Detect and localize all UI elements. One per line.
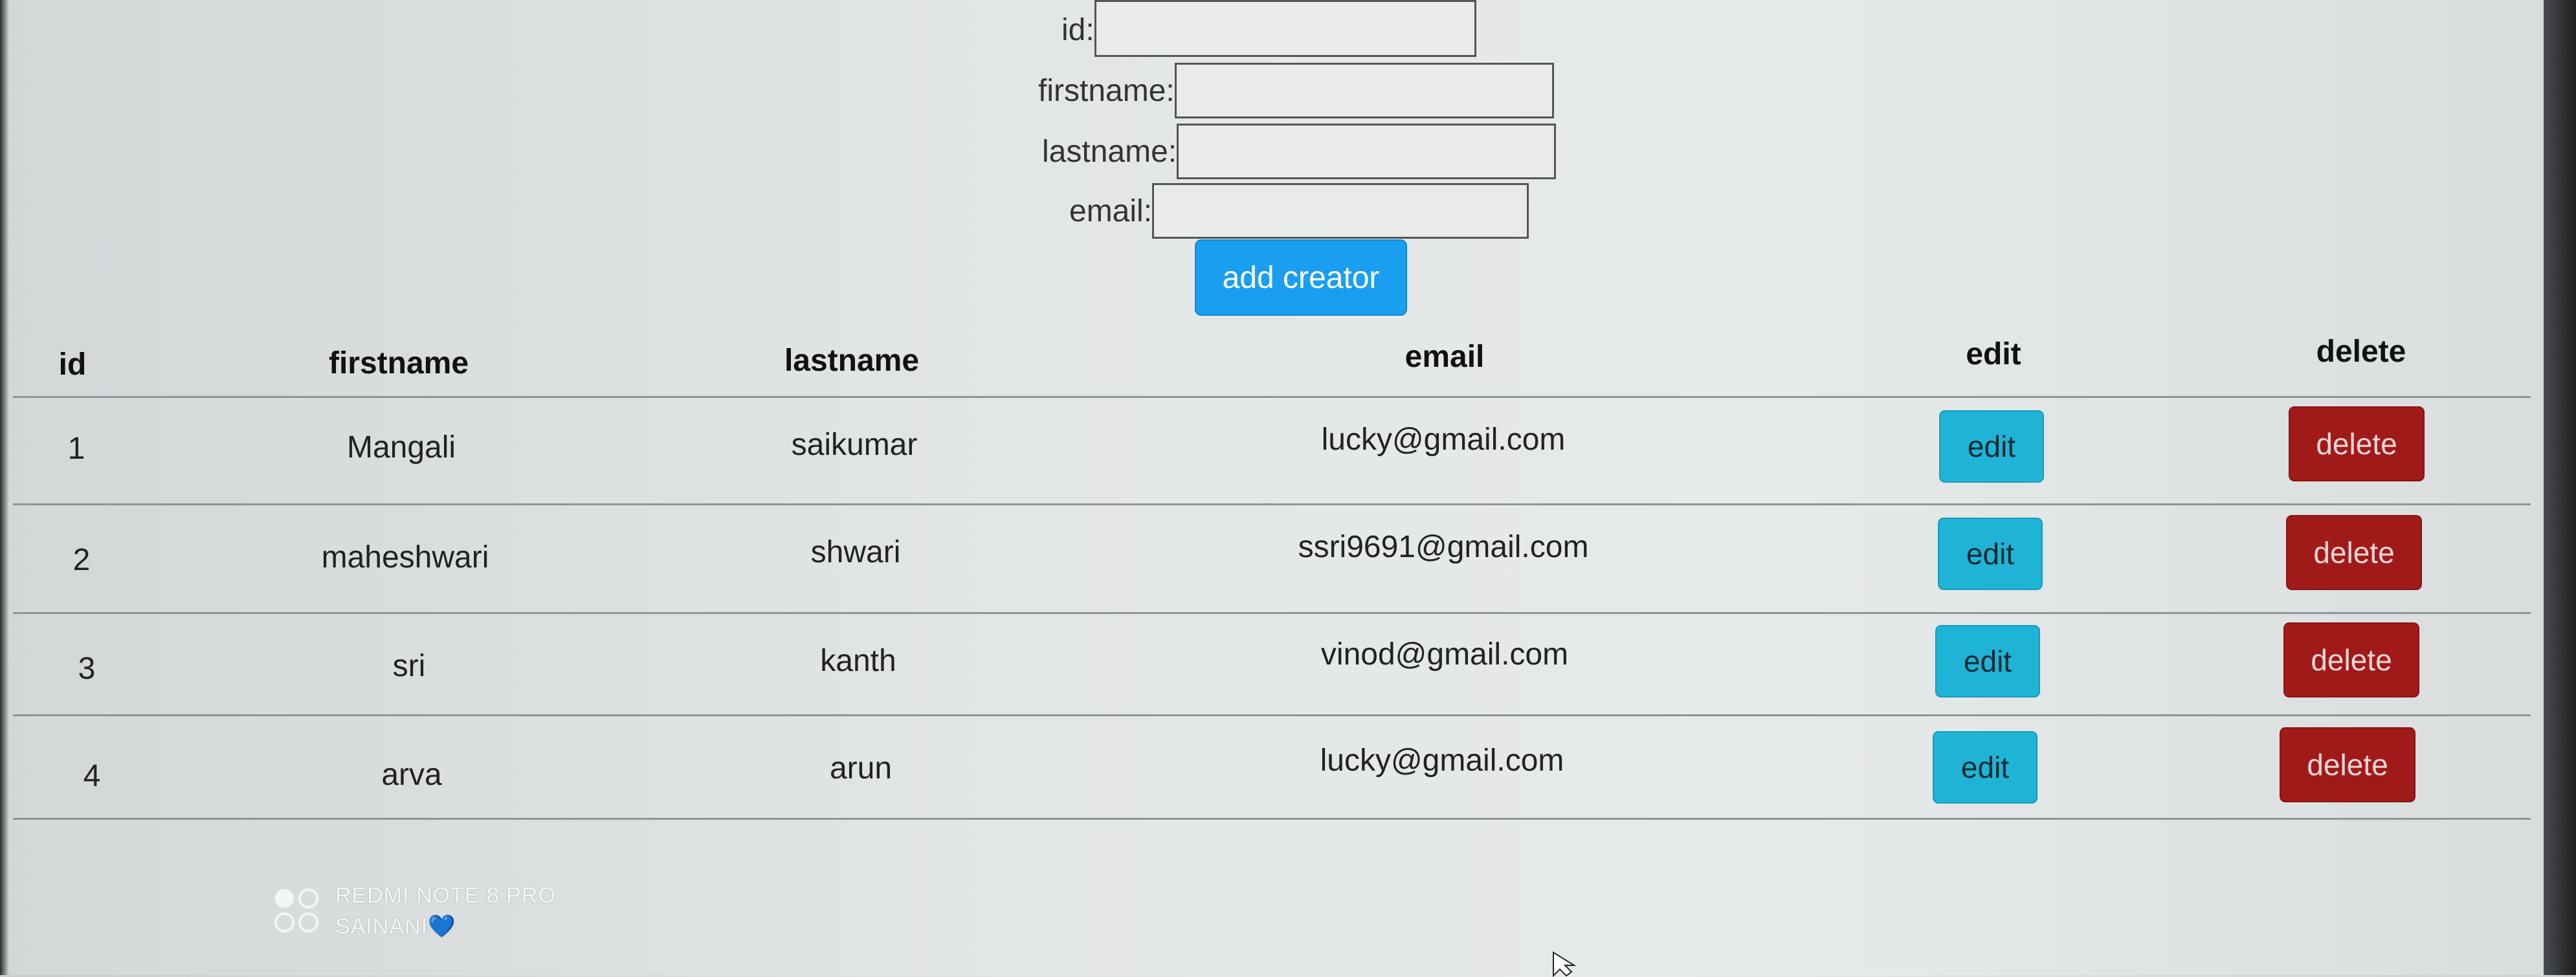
watermark-owner: SAINANI💙 (335, 914, 456, 939)
delete-button[interactable]: delete (2286, 515, 2422, 590)
table-divider (13, 714, 2531, 716)
camera-watermark: REDMI NOTE 8 PRO SAINANI💙 (272, 880, 556, 942)
cell-firstname: sri (392, 649, 426, 683)
edit-button[interactable]: edit (1938, 518, 2043, 590)
cell-email: lucky@gmail.com (1320, 743, 1564, 778)
browser-page: id: firstname: lastname: email: add crea… (0, 0, 2544, 977)
cell-email: ssri9691@gmail.com (1298, 530, 1589, 564)
cell-firstname: Mangali (346, 430, 456, 465)
cell-id: 1 (67, 432, 85, 466)
cell-lastname: kanth (820, 644, 896, 678)
monitor-bezel-right (2544, 0, 2576, 975)
firstname-label: firstname: (1038, 73, 1175, 108)
edit-button[interactable]: edit (1939, 410, 2044, 483)
delete-button[interactable]: delete (2280, 727, 2415, 802)
cell-firstname: arva (381, 758, 442, 792)
header-email: email (1405, 340, 1485, 374)
watermark-device: REDMI NOTE 8 PRO (335, 883, 556, 908)
id-label: id: (1061, 12, 1094, 47)
table-divider (13, 612, 2531, 614)
watermark-text: REDMI NOTE 8 PRO SAINANI💙 (335, 880, 556, 942)
id-input[interactable] (1094, 0, 1476, 57)
email-label: email: (1069, 193, 1153, 228)
table-divider (13, 818, 2531, 820)
lastname-label: lastname: (1042, 134, 1177, 169)
id-row: id: (1061, 0, 1476, 60)
cell-email: vinod@gmail.com (1320, 637, 1569, 672)
firstname-input[interactable] (1174, 63, 1554, 118)
header-delete: delete (2316, 335, 2406, 369)
cell-id: 3 (78, 652, 96, 686)
table-divider (13, 503, 2531, 505)
cell-email: lucky@gmail.com (1321, 423, 1566, 457)
edit-button[interactable]: edit (1933, 731, 2037, 804)
camera-lens-icon (274, 888, 319, 933)
mouse-cursor-icon (1553, 951, 1577, 977)
cell-lastname: saikumar (791, 428, 918, 462)
email-row: email: (1069, 181, 1529, 241)
cell-lastname: arun (829, 751, 893, 785)
header-id: id (58, 347, 87, 382)
delete-button[interactable]: delete (2283, 622, 2419, 697)
cell-id: 2 (72, 543, 91, 577)
delete-button[interactable]: delete (2289, 406, 2425, 481)
add-creator-button[interactable]: add creator (1195, 239, 1407, 316)
header-lastname: lastname (784, 344, 920, 378)
table-divider (13, 396, 2531, 398)
header-firstname: firstname (328, 346, 469, 380)
edit-button[interactable]: edit (1935, 625, 2040, 697)
cell-id: 4 (83, 759, 101, 793)
lastname-input[interactable] (1177, 124, 1557, 179)
cell-lastname: shwari (810, 535, 901, 569)
firstname-row: firstname: (1038, 61, 1554, 120)
header-edit: edit (1966, 337, 2021, 371)
monitor-bezel-left (0, 0, 9, 975)
cell-firstname: maheshwari (321, 540, 489, 575)
lastname-row: lastname: (1042, 122, 1557, 181)
email-input[interactable] (1152, 183, 1529, 239)
